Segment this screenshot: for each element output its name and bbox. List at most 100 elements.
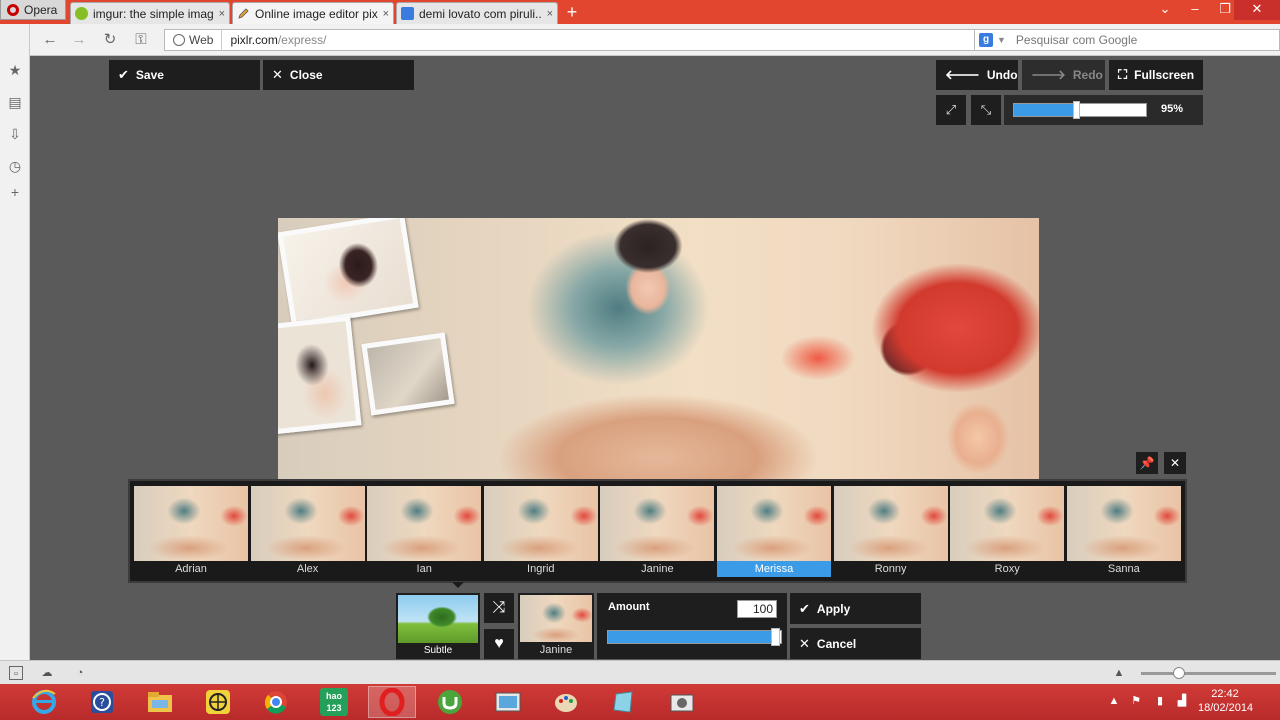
system-clock[interactable]: 22:42 18/02/2014 (1198, 687, 1254, 715)
url-field[interactable]: Web pixlr.com /express/ ★ (164, 29, 998, 51)
network-signal-icon[interactable]: ▟ (1175, 694, 1189, 708)
tab-close-icon[interactable]: × (547, 8, 553, 20)
cancel-button[interactable]: ✕ Cancel (790, 628, 921, 659)
utorrent-icon[interactable] (426, 686, 474, 718)
url-path: /express/ (277, 33, 327, 47)
photo-viewer-icon[interactable] (484, 686, 532, 718)
tab-imgur[interactable]: imgur: the simple imag... × (70, 2, 230, 24)
image-canvas[interactable] (278, 218, 1039, 480)
amount-slider-handle[interactable] (771, 628, 780, 646)
close-panel-button[interactable]: ✕ (1164, 452, 1186, 474)
globe-app-icon[interactable] (194, 686, 242, 718)
filter-thumb-alex[interactable]: Alex (250, 486, 365, 577)
file-explorer-icon[interactable] (136, 686, 184, 718)
opera-sidebar: ★ ▤ ⇩ ◷ + (0, 24, 30, 660)
downloads-icon[interactable]: ⇩ (7, 126, 23, 142)
filter-label: Adrian (134, 561, 248, 577)
site-info-chip[interactable]: Web (165, 30, 223, 50)
filter-thumb-janine[interactable]: Janine (600, 486, 715, 577)
filter-label: Alex (250, 561, 365, 577)
opera-taskbar-icon[interactable] (368, 686, 416, 718)
turbo-cloud-icon[interactable]: ☁ (40, 666, 54, 680)
current-filter-preview: Janine (518, 593, 594, 659)
filter-thumb-ingrid[interactable]: Ingrid (483, 486, 598, 577)
tab-list-chevron-icon[interactable]: ⌄ (1150, 0, 1180, 20)
pin-panel-button[interactable]: 📌 (1136, 452, 1158, 474)
redo-button[interactable]: 🡒 Redo (1022, 60, 1105, 90)
new-tab-button[interactable]: + (562, 3, 582, 21)
key-icon[interactable]: ⚿ (131, 30, 151, 50)
camera-app-icon[interactable] (658, 686, 706, 718)
chrome-icon[interactable] (252, 686, 300, 718)
filter-thumb-merissa[interactable]: Merissa (717, 486, 831, 577)
filter-thumb-ronny[interactable]: Ronny (833, 486, 948, 577)
current-filter-label: Janine (539, 644, 573, 656)
zoom-slider[interactable] (1013, 101, 1147, 119)
zoom-fit-button[interactable]: ⤢ (936, 95, 966, 125)
save-button[interactable]: ✔ Save (109, 60, 260, 90)
zoom-slider-handle[interactable] (1073, 101, 1081, 119)
filter-thumbnail (717, 486, 831, 561)
pixlr-editor: ✔ Save ✕ Close 🡐 Undo 🡒 Redo ⛶ Fullscree… (31, 56, 1280, 660)
bookmarks-star-icon[interactable]: ★ (7, 62, 23, 78)
notes-app-icon[interactable] (600, 686, 648, 718)
clock-date: 18/02/2014 (1198, 702, 1254, 714)
apply-label: Apply (816, 601, 851, 616)
arrow-left-icon: 🡐 (945, 67, 980, 82)
add-panel-icon[interactable]: + (7, 184, 23, 200)
favorite-button[interactable]: ♥ (484, 629, 514, 659)
fullscreen-label: Fullscreen (1134, 68, 1195, 82)
zoom-actual-button[interactable]: ⤡ (971, 95, 1001, 125)
preset-thumbnail (398, 595, 478, 643)
filter-thumb-adrian[interactable]: Adrian (134, 486, 248, 577)
action-center-flag-icon[interactable]: ⚑ (1129, 694, 1143, 708)
shuffle-button[interactable]: ⤨ (484, 593, 514, 623)
filter-thumbnail (367, 486, 482, 561)
tab-close-icon[interactable]: × (219, 8, 225, 20)
close-button[interactable]: ✕ Close (263, 60, 414, 90)
battery-icon[interactable]: ▮ (1153, 694, 1167, 708)
search-engine-chevron-icon[interactable]: ▼ (997, 35, 1006, 45)
forward-icon[interactable]: → (69, 30, 89, 50)
amount-slider[interactable] (607, 628, 782, 646)
zoom-actual-icon: ⤡ (980, 102, 992, 117)
minimize-icon[interactable]: – (1180, 0, 1210, 20)
preset-subtle-button[interactable]: Subtle (396, 593, 480, 659)
back-icon[interactable]: ← (40, 30, 60, 50)
panel-toggle-icon[interactable]: ▫ (9, 666, 23, 680)
notes-icon[interactable]: ▤ (7, 94, 23, 110)
help-icon[interactable]: ? (78, 686, 126, 718)
reload-icon[interactable]: ↻ (100, 30, 120, 50)
google-search-icon: g (979, 33, 993, 47)
filter-thumb-roxy[interactable]: Roxy (950, 486, 1065, 577)
filter-thumb-ian[interactable]: Ian (367, 486, 482, 577)
screen: Opera imgur: the simple imag... × Online… (0, 0, 1280, 720)
selected-filter-caret-icon (452, 582, 464, 588)
fullscreen-button[interactable]: ⛶ Fullscreen (1109, 60, 1203, 90)
speedometer-icon[interactable]: ◔ (73, 666, 87, 680)
page-zoom-slider[interactable] (1141, 672, 1276, 675)
svg-text:?: ? (99, 696, 105, 709)
hao123-icon[interactable]: hao 123 (310, 686, 358, 718)
apply-button[interactable]: ✔ Apply (790, 593, 921, 624)
undo-button[interactable]: 🡐 Undo (936, 60, 1018, 90)
filter-thumb-sanna[interactable]: Sanna (1066, 486, 1181, 577)
opera-menu-button[interactable]: Opera (0, 0, 66, 20)
amount-input[interactable] (737, 600, 777, 618)
show-hidden-icons-icon[interactable]: ▲ (1107, 694, 1121, 708)
zoom-slider-fill (1014, 104, 1077, 116)
tab-label: demi lovato com piruli... (419, 6, 542, 21)
shuffle-icon: ⤨ (492, 599, 506, 616)
internet-explorer-icon[interactable] (20, 686, 68, 718)
checkmark-icon: ✔ (118, 67, 129, 82)
tab-google-images[interactable]: demi lovato com piruli... × (396, 2, 558, 24)
tab-close-icon[interactable]: × (383, 8, 389, 20)
url-host: pixlr.com (230, 33, 278, 47)
search-field[interactable]: g ▼ Pesquisar com Google (974, 29, 1280, 51)
page-zoom-handle[interactable] (1173, 667, 1185, 679)
close-window-icon[interactable]: ✕ (1234, 0, 1280, 20)
paint-icon[interactable] (542, 686, 590, 718)
history-clock-icon[interactable]: ◷ (7, 158, 23, 174)
view-menu-triangle-icon[interactable]: ▲ (1112, 666, 1126, 680)
tab-pixlr[interactable]: Online image editor pix... × (232, 2, 394, 24)
